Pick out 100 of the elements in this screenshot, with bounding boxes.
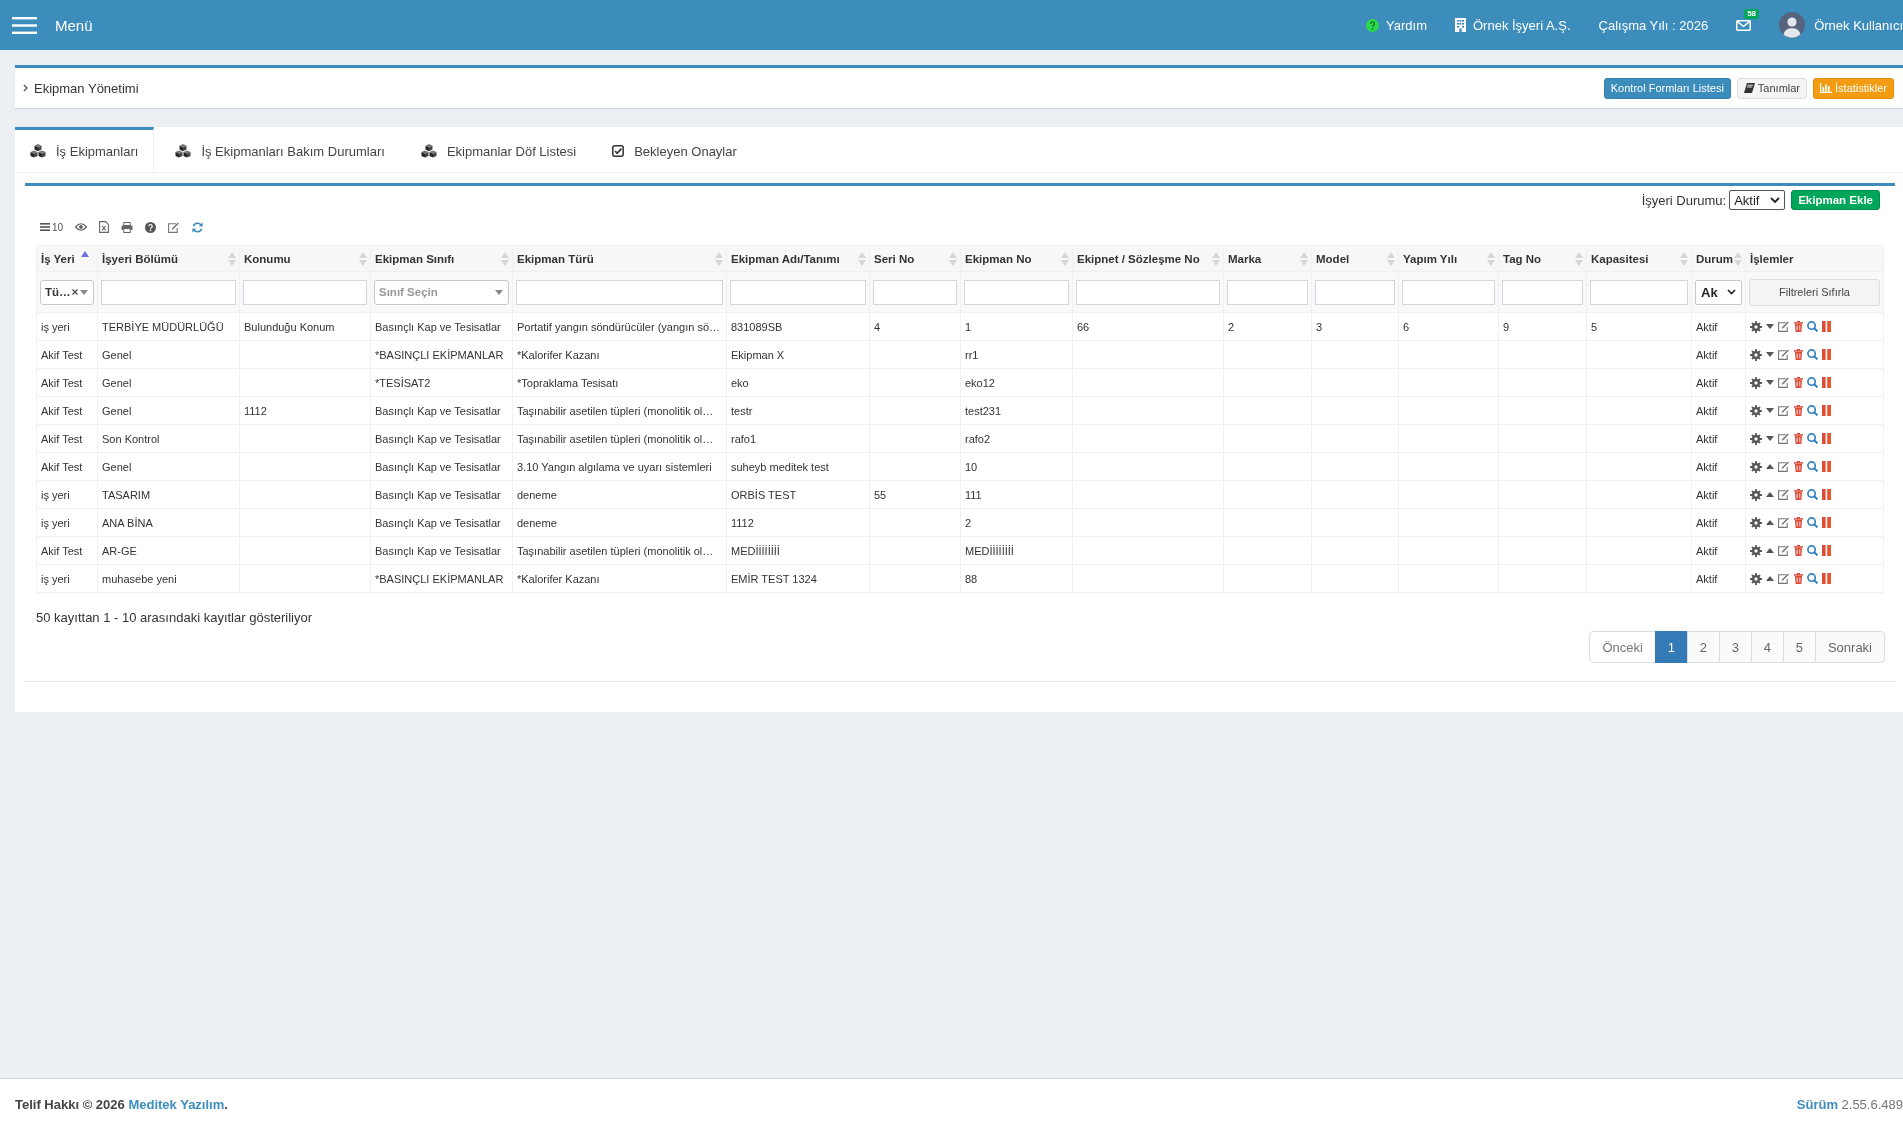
search-icon[interactable] <box>1807 517 1818 528</box>
gear-icon[interactable] <box>1750 432 1762 445</box>
help-icon[interactable] <box>145 221 157 233</box>
page-button[interactable]: 5 <box>1782 631 1816 663</box>
page-size-button[interactable]: 10 <box>40 221 64 233</box>
gear-icon[interactable] <box>1750 460 1762 473</box>
edit-icon[interactable] <box>1778 489 1790 500</box>
column-header[interactable]: Marka <box>1223 245 1312 272</box>
column-header[interactable]: Ekipman Sınıfı <box>370 245 513 272</box>
search-icon[interactable] <box>1807 321 1818 332</box>
gear-icon[interactable] <box>1750 404 1762 417</box>
workplace-filter-select[interactable]: Tü… <box>40 279 94 305</box>
trash-icon[interactable] <box>1794 321 1803 332</box>
search-icon[interactable] <box>1807 545 1818 556</box>
excel-file-icon[interactable] <box>99 221 110 233</box>
tab[interactable]: İş Ekipmanları Bakım Durumları <box>160 127 400 172</box>
filter-input[interactable] <box>1590 279 1688 305</box>
pause-icon[interactable] <box>1822 489 1831 500</box>
edit-icon[interactable] <box>1778 433 1790 444</box>
trash-icon[interactable] <box>1794 433 1803 444</box>
trash-icon[interactable] <box>1794 489 1803 500</box>
print-icon[interactable] <box>121 221 134 233</box>
caret-up-icon[interactable] <box>1766 520 1774 525</box>
filter-input[interactable] <box>101 279 236 305</box>
header-button[interactable]: Kontrol Formları Listesi <box>1603 77 1731 99</box>
filter-input[interactable] <box>1227 279 1308 305</box>
next-page-button[interactable]: Sonraki <box>1814 631 1885 663</box>
pause-icon[interactable] <box>1822 349 1831 360</box>
search-icon[interactable] <box>1807 349 1818 360</box>
edit-icon[interactable] <box>1778 321 1790 332</box>
edit-icon[interactable] <box>168 221 181 233</box>
edit-icon[interactable] <box>1778 545 1790 556</box>
edit-icon[interactable] <box>1778 517 1790 528</box>
column-header[interactable]: Yapım Yılı <box>1398 245 1499 272</box>
pause-icon[interactable] <box>1822 433 1831 444</box>
pause-icon[interactable] <box>1822 545 1831 556</box>
gear-icon[interactable] <box>1750 572 1762 585</box>
column-header[interactable]: Ekipnet / Sözleşme No <box>1072 245 1224 272</box>
search-icon[interactable] <box>1807 489 1818 500</box>
column-header[interactable]: Durum <box>1691 245 1746 272</box>
pause-icon[interactable] <box>1822 377 1831 388</box>
caret-down-icon[interactable] <box>1766 380 1774 385</box>
column-header[interactable]: Model <box>1311 245 1399 272</box>
filter-input[interactable] <box>964 279 1069 305</box>
tab[interactable]: Ekipmanlar Döf Listesi <box>405 127 592 172</box>
caret-down-icon[interactable] <box>1766 324 1774 329</box>
trash-icon[interactable] <box>1794 377 1803 388</box>
menu-button[interactable]: Menü <box>12 16 93 34</box>
trash-icon[interactable] <box>1794 545 1803 556</box>
page-button[interactable]: 3 <box>1718 631 1752 663</box>
gear-icon[interactable] <box>1750 516 1762 529</box>
search-icon[interactable] <box>1807 377 1818 388</box>
gear-icon[interactable] <box>1750 488 1762 501</box>
tab[interactable]: İş Ekipmanları <box>15 127 155 172</box>
caret-up-icon[interactable] <box>1766 548 1774 553</box>
company-link[interactable]: Örnek İşyeri A.Ş. <box>1455 17 1571 33</box>
column-header[interactable]: Konumu <box>239 245 371 272</box>
help-link[interactable]: Yardım <box>1366 17 1427 33</box>
filter-input[interactable] <box>1076 279 1220 305</box>
column-header[interactable]: İşyeri Bölümü <box>97 245 240 272</box>
caret-down-icon[interactable] <box>1766 436 1774 441</box>
status-filter-select[interactable]: Ak <box>1695 279 1742 305</box>
gear-icon[interactable] <box>1750 320 1762 333</box>
trash-icon[interactable] <box>1794 405 1803 416</box>
search-icon[interactable] <box>1807 461 1818 472</box>
column-header[interactable]: İş Yeri <box>36 245 98 272</box>
column-header[interactable]: Seri No <box>869 245 961 272</box>
reset-filters-button[interactable]: Filtreleri Sıfırla <box>1749 278 1880 306</box>
pause-icon[interactable] <box>1822 321 1831 332</box>
user-menu[interactable]: Örnek Kullanıcı <box>1779 12 1903 38</box>
clear-icon[interactable] <box>71 289 78 295</box>
filter-input[interactable] <box>1502 279 1583 305</box>
search-icon[interactable] <box>1807 405 1818 416</box>
filter-input[interactable] <box>243 279 367 305</box>
pause-icon[interactable] <box>1822 405 1831 416</box>
breadcrumb-link[interactable]: Ekipman Yönetimi <box>23 80 139 96</box>
edit-icon[interactable] <box>1778 349 1790 360</box>
search-icon[interactable] <box>1807 573 1818 584</box>
page-button[interactable]: 1 <box>1654 631 1688 663</box>
filter-input[interactable] <box>516 279 723 305</box>
caret-up-icon[interactable] <box>1766 464 1774 469</box>
workplace-status-select[interactable]: Aktif <box>1729 190 1786 210</box>
filter-input[interactable] <box>873 279 957 305</box>
column-header[interactable]: Ekipman Adı/Tanımı <box>726 245 870 272</box>
trash-icon[interactable] <box>1794 461 1803 472</box>
pause-icon[interactable] <box>1822 517 1831 528</box>
gear-icon[interactable] <box>1750 376 1762 389</box>
refresh-icon[interactable] <box>192 221 204 233</box>
edit-icon[interactable] <box>1778 377 1790 388</box>
trash-icon[interactable] <box>1794 349 1803 360</box>
trash-icon[interactable] <box>1794 517 1803 528</box>
pause-icon[interactable] <box>1822 461 1831 472</box>
edit-icon[interactable] <box>1778 573 1790 584</box>
column-header[interactable]: Ekipman Türü <box>512 245 727 272</box>
page-button[interactable]: 4 <box>1750 631 1784 663</box>
gear-icon[interactable] <box>1750 348 1762 361</box>
caret-down-icon[interactable] <box>1766 408 1774 413</box>
tab[interactable]: Bekleyen Onaylar <box>597 127 752 172</box>
filter-input[interactable] <box>1402 279 1495 305</box>
filter-input[interactable] <box>1315 279 1395 305</box>
